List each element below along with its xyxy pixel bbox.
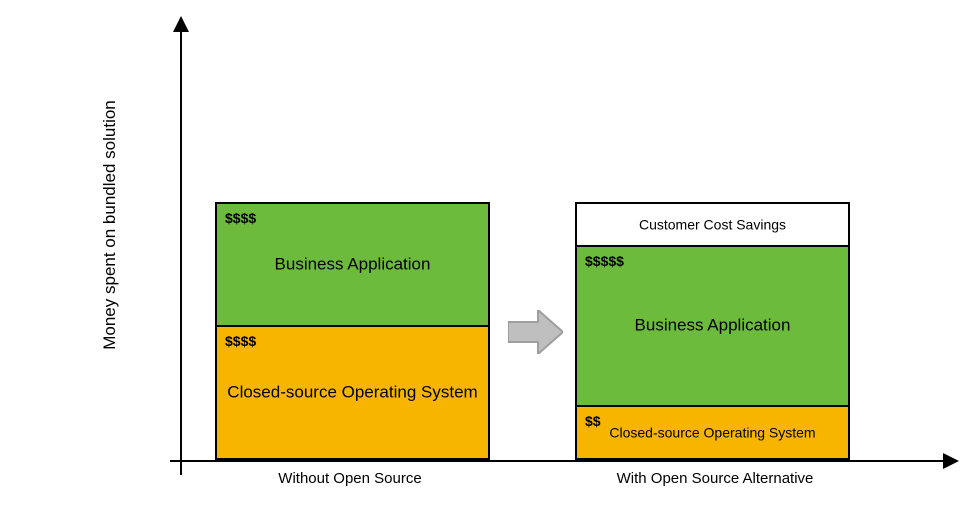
- seg-business-app-left: $$$$ Business Application: [215, 202, 490, 325]
- arrow-icon: [508, 310, 563, 359]
- seg-label: Business Application: [577, 315, 848, 338]
- y-axis-label: Money spent on bundled solution: [100, 100, 120, 350]
- bar-with-open-source-alt: $$ Closed-source Operating System $$$$$ …: [575, 202, 850, 460]
- x-category-right: With Open Source Alternative: [555, 470, 875, 487]
- y-axis: [180, 30, 182, 475]
- seg-cost-savings: Customer Cost Savings: [575, 202, 850, 245]
- seg-label: Customer Cost Savings: [577, 215, 848, 234]
- bar-without-open-source: $$$$ Closed-source Operating System $$$$…: [215, 202, 490, 460]
- cost-badge: $$$$$: [585, 253, 624, 269]
- x-axis: [170, 460, 945, 462]
- seg-label: Business Application: [217, 253, 488, 276]
- x-category-left: Without Open Source: [190, 470, 510, 487]
- seg-os-closed-right: $$ Closed-source Operating System: [575, 405, 850, 460]
- cost-badge: $$$$: [225, 333, 256, 349]
- diagram-root: Money spent on bundled solution $$$$ Clo…: [0, 0, 970, 531]
- seg-business-app-right: $$$$$ Business Application: [575, 245, 850, 405]
- seg-os-closed-left: $$$$ Closed-source Operating System: [215, 325, 490, 460]
- cost-badge: $$$$: [225, 210, 256, 226]
- seg-label: Closed-source Operating System: [217, 381, 488, 404]
- seg-label: Closed-source Operating System: [577, 423, 848, 442]
